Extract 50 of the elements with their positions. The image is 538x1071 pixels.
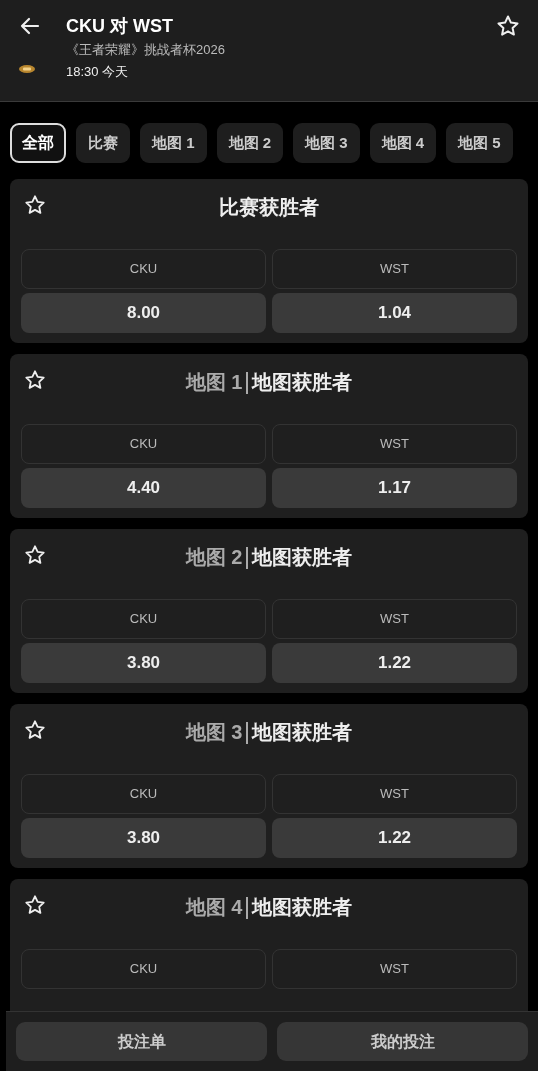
team-label: WST <box>272 599 517 639</box>
match-title: CKU 对 WST <box>66 15 174 38</box>
odds-button[interactable]: 3.80 <box>21 818 266 858</box>
team-label: WST <box>272 249 517 289</box>
odds-button[interactable]: 1.17 <box>272 468 517 508</box>
market-title: 地图获胜者 <box>252 895 353 920</box>
star-icon[interactable] <box>24 719 46 741</box>
team-label: WST <box>272 949 517 989</box>
star-icon[interactable] <box>24 194 46 216</box>
star-icon[interactable] <box>24 369 46 391</box>
divider-bar <box>246 722 249 744</box>
team-label: CKU <box>21 249 266 289</box>
divider-bar <box>246 547 249 569</box>
tournament-logo-icon <box>18 62 36 76</box>
map-label: 地图 4 <box>185 895 243 920</box>
odds-button[interactable]: 3.80 <box>21 643 266 683</box>
filter-tab[interactable]: 地图 5 <box>446 123 513 163</box>
odds-button[interactable]: 1.22 <box>272 818 517 858</box>
map-label: 地图 1 <box>185 370 243 395</box>
bottom-button[interactable]: 我的投注 <box>277 1022 528 1061</box>
map-label: 地图 3 <box>185 720 243 745</box>
market-title: 比赛获胜者 <box>219 195 319 220</box>
filter-tab[interactable]: 地图 4 <box>369 123 437 163</box>
market-title: 地图获胜者 <box>252 545 353 570</box>
market-title: 地图获胜者 <box>252 720 353 745</box>
star-icon[interactable] <box>24 544 46 566</box>
team-label: WST <box>272 774 517 814</box>
odds-button[interactable]: 8.00 <box>21 293 266 333</box>
star-icon[interactable] <box>496 14 520 38</box>
filter-tab[interactable]: 地图 2 <box>216 123 284 163</box>
odds-button[interactable]: 4.40 <box>21 468 266 508</box>
filter-tab[interactable]: 全部 <box>10 123 66 163</box>
match-time: 18:30 今天 <box>66 62 130 81</box>
market-title: 地图获胜者 <box>252 370 353 395</box>
odds-button[interactable]: 1.22 <box>272 643 517 683</box>
team-label: WST <box>272 424 517 464</box>
tournament-name: 《王者荣耀》挑战者杯2026 <box>66 41 226 59</box>
filter-tab[interactable]: 地图 3 <box>293 123 360 163</box>
filter-tab[interactable]: 比赛 <box>76 123 130 163</box>
team-label: CKU <box>21 774 266 814</box>
map-label: 地图 2 <box>185 545 243 570</box>
team-label: CKU <box>21 599 266 639</box>
team-label: CKU <box>21 424 266 464</box>
divider-bar <box>246 897 249 919</box>
star-icon[interactable] <box>24 894 46 916</box>
bottom-button[interactable]: 投注单 <box>16 1022 267 1061</box>
team-label: CKU <box>21 949 266 989</box>
divider-bar <box>246 372 249 394</box>
filter-tab[interactable]: 地图 1 <box>140 123 207 163</box>
odds-button[interactable]: 1.04 <box>272 293 517 333</box>
